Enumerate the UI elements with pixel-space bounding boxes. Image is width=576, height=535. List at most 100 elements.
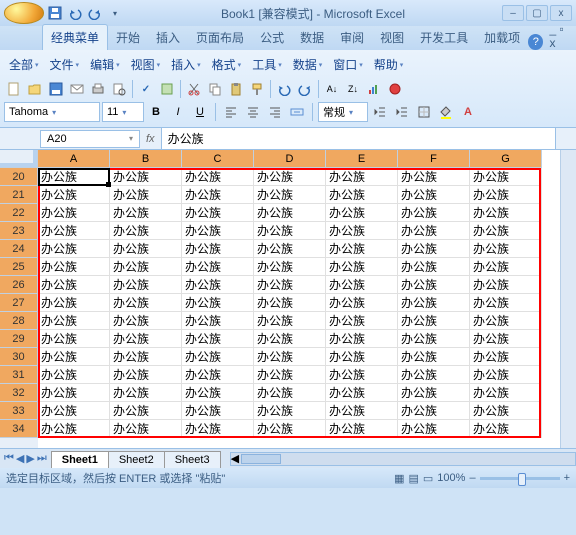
cell[interactable]: 办公族 — [182, 402, 254, 420]
spellcheck-icon[interactable]: ✓ — [136, 79, 156, 99]
cell[interactable]: 办公族 — [254, 222, 326, 240]
cell[interactable]: 办公族 — [326, 204, 398, 222]
cell[interactable]: 办公族 — [110, 204, 182, 222]
cell[interactable]: 办公族 — [182, 330, 254, 348]
indent-decrease-button[interactable] — [370, 102, 390, 122]
research-icon[interactable] — [157, 79, 177, 99]
cell[interactable]: 办公族 — [470, 204, 542, 222]
cell[interactable]: 办公族 — [470, 330, 542, 348]
paste-icon[interactable] — [226, 79, 246, 99]
cell[interactable]: 办公族 — [182, 420, 254, 438]
cell[interactable]: 办公族 — [254, 258, 326, 276]
cell[interactable]: 办公族 — [254, 348, 326, 366]
cell[interactable]: 办公族 — [470, 402, 542, 420]
chart-icon[interactable] — [364, 79, 384, 99]
column-header[interactable]: A — [38, 150, 110, 168]
cell[interactable]: 办公族 — [326, 276, 398, 294]
cell[interactable]: 办公族 — [326, 258, 398, 276]
cell[interactable]: 办公族 — [398, 420, 470, 438]
align-center-button[interactable] — [243, 102, 263, 122]
new-icon[interactable] — [4, 79, 24, 99]
office-button[interactable] — [4, 2, 44, 24]
cell[interactable]: 办公族 — [38, 348, 110, 366]
column-header[interactable]: E — [326, 150, 398, 168]
zoom-slider[interactable] — [480, 477, 560, 480]
cell[interactable]: 办公族 — [110, 186, 182, 204]
ribbon-tab-2[interactable]: 插入 — [148, 25, 188, 50]
cells-area[interactable]: 办公族办公族办公族办公族办公族办公族办公族办公族办公族办公族办公族办公族办公族办… — [38, 168, 560, 438]
cell[interactable]: 办公族 — [398, 168, 470, 186]
row-header[interactable]: 26 — [0, 276, 38, 294]
preview-icon[interactable] — [109, 79, 129, 99]
sheet-tab[interactable]: Sheet2 — [108, 451, 165, 468]
zoom-out-icon[interactable]: – — [469, 472, 475, 484]
row-header[interactable]: 29 — [0, 330, 38, 348]
cell[interactable]: 办公族 — [182, 366, 254, 384]
ribbon-tab-5[interactable]: 数据 — [292, 25, 332, 50]
cell[interactable]: 办公族 — [470, 294, 542, 312]
italic-button[interactable]: I — [168, 102, 188, 122]
cell[interactable]: 办公族 — [254, 330, 326, 348]
fill-color-button[interactable] — [436, 102, 456, 122]
menu-5[interactable]: 格式 ▾ — [207, 53, 247, 76]
cell[interactable]: 办公族 — [326, 222, 398, 240]
menu-4[interactable]: 插入 ▾ — [166, 53, 206, 76]
sort-desc-icon[interactable]: Z↓ — [343, 79, 363, 99]
cell[interactable]: 办公族 — [254, 294, 326, 312]
cell[interactable]: 办公族 — [398, 312, 470, 330]
permissions-icon[interactable] — [385, 79, 405, 99]
select-all-corner[interactable] — [0, 150, 38, 168]
column-header[interactable]: D — [254, 150, 326, 168]
mail-icon[interactable] — [67, 79, 87, 99]
redo-icon[interactable] — [86, 4, 104, 22]
font-color-button[interactable]: A — [458, 102, 478, 122]
cell[interactable]: 办公族 — [254, 312, 326, 330]
print-icon[interactable] — [88, 79, 108, 99]
row-header[interactable]: 22 — [0, 204, 38, 222]
cell[interactable]: 办公族 — [326, 312, 398, 330]
menu-9[interactable]: 帮助 ▾ — [369, 53, 409, 76]
cell[interactable]: 办公族 — [326, 420, 398, 438]
cell[interactable]: 办公族 — [254, 168, 326, 186]
cell[interactable]: 办公族 — [326, 366, 398, 384]
row-header[interactable]: 30 — [0, 348, 38, 366]
grid-main[interactable]: ABCDEFG 办公族办公族办公族办公族办公族办公族办公族办公族办公族办公族办公… — [38, 150, 560, 448]
menu-0[interactable]: 全部 ▾ — [4, 53, 44, 76]
ribbon-tab-9[interactable]: 加载项 — [476, 25, 528, 50]
cell[interactable]: 办公族 — [254, 384, 326, 402]
cell[interactable]: 办公族 — [110, 330, 182, 348]
zoom-in-icon[interactable]: + — [564, 472, 570, 484]
cell[interactable]: 办公族 — [398, 402, 470, 420]
row-header[interactable]: 20 — [0, 168, 38, 186]
zoom-level[interactable]: 100% — [437, 472, 465, 484]
font-family-combo[interactable]: Tahoma▾ — [4, 102, 100, 122]
cell[interactable]: 办公族 — [182, 348, 254, 366]
ribbon-collapse-icon[interactable]: _ ▫ x — [549, 22, 572, 50]
cell[interactable]: 办公族 — [182, 276, 254, 294]
cell[interactable]: 办公族 — [470, 276, 542, 294]
align-left-button[interactable] — [221, 102, 241, 122]
bold-button[interactable]: B — [146, 102, 166, 122]
ribbon-tab-4[interactable]: 公式 — [252, 25, 292, 50]
help-icon[interactable]: ? — [528, 34, 543, 50]
sort-asc-icon[interactable]: A↓ — [322, 79, 342, 99]
cell[interactable]: 办公族 — [470, 186, 542, 204]
ribbon-tab-7[interactable]: 视图 — [372, 25, 412, 50]
cell[interactable]: 办公族 — [110, 366, 182, 384]
cell[interactable]: 办公族 — [38, 276, 110, 294]
cell[interactable]: 办公族 — [398, 222, 470, 240]
cell[interactable]: 办公族 — [110, 222, 182, 240]
cell[interactable]: 办公族 — [38, 420, 110, 438]
close-button[interactable]: x — [550, 5, 572, 21]
column-header[interactable]: G — [470, 150, 542, 168]
cell[interactable]: 办公族 — [38, 402, 110, 420]
cell[interactable]: 办公族 — [110, 294, 182, 312]
cell[interactable]: 办公族 — [398, 258, 470, 276]
view-break-icon[interactable]: ▭ — [423, 472, 433, 485]
cell[interactable]: 办公族 — [182, 186, 254, 204]
cell[interactable]: 办公族 — [182, 312, 254, 330]
cell[interactable]: 办公族 — [182, 168, 254, 186]
row-header[interactable]: 28 — [0, 312, 38, 330]
cell[interactable]: 办公族 — [398, 330, 470, 348]
cell[interactable]: 办公族 — [326, 402, 398, 420]
